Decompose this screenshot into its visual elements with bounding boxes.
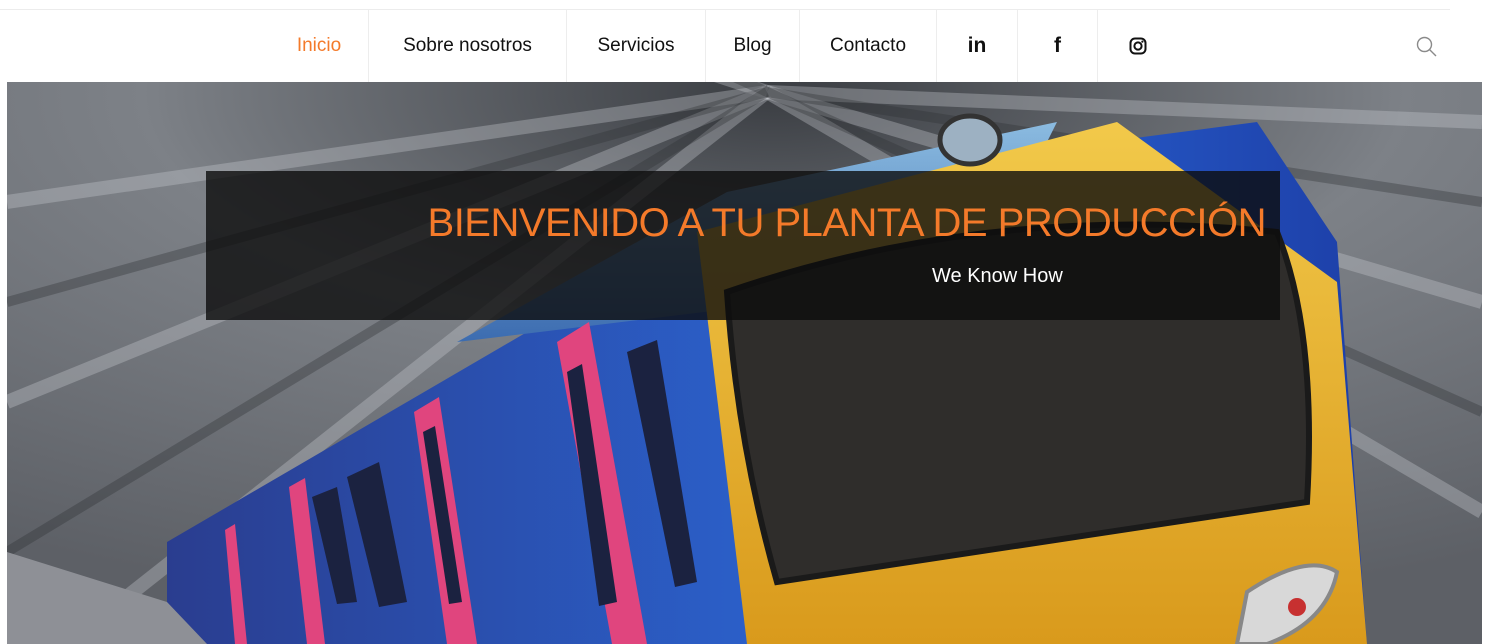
nav-item-label: Servicios — [597, 35, 675, 56]
nav-menu: Inicio Sobre nosotros Servicios Blog Con… — [270, 10, 1178, 82]
hero-title: BIENVENIDO A TU PLANTA DE PRODUCCIÓN — [427, 201, 1267, 245]
linkedin-link[interactable]: in — [937, 10, 1018, 82]
nav-item-label: Sobre nosotros — [403, 35, 532, 56]
train-image — [7, 82, 1482, 644]
instagram-icon — [1129, 37, 1147, 55]
nav-item-label: Contacto — [829, 35, 907, 56]
search-icon — [1416, 36, 1437, 57]
hero-image — [7, 82, 1482, 644]
main-navigation: Inicio Sobre nosotros Servicios Blog Con… — [0, 10, 1489, 82]
nav-item-sobre-nosotros[interactable]: Sobre nosotros — [369, 10, 567, 82]
linkedin-icon: in — [967, 34, 987, 57]
page: Inicio Sobre nosotros Servicios Blog Con… — [0, 0, 1489, 644]
instagram-link[interactable] — [1098, 10, 1178, 82]
facebook-icon: f — [1054, 34, 1061, 57]
nav-item-label: Blog — [733, 35, 772, 56]
hero-subtitle: We Know How — [932, 265, 1063, 287]
nav-item-blog[interactable]: Blog — [706, 10, 800, 82]
nav-item-label: Inicio — [296, 35, 342, 56]
search-button[interactable] — [1414, 34, 1440, 60]
facebook-link[interactable]: f — [1018, 10, 1098, 82]
nav-item-servicios[interactable]: Servicios — [567, 10, 706, 82]
hero-banner: BIENVENIDO A TU PLANTA DE PRODUCCIÓN We … — [206, 171, 1280, 320]
nav-item-contacto[interactable]: Contacto — [800, 10, 937, 82]
nav-item-inicio[interactable]: Inicio — [270, 10, 369, 82]
